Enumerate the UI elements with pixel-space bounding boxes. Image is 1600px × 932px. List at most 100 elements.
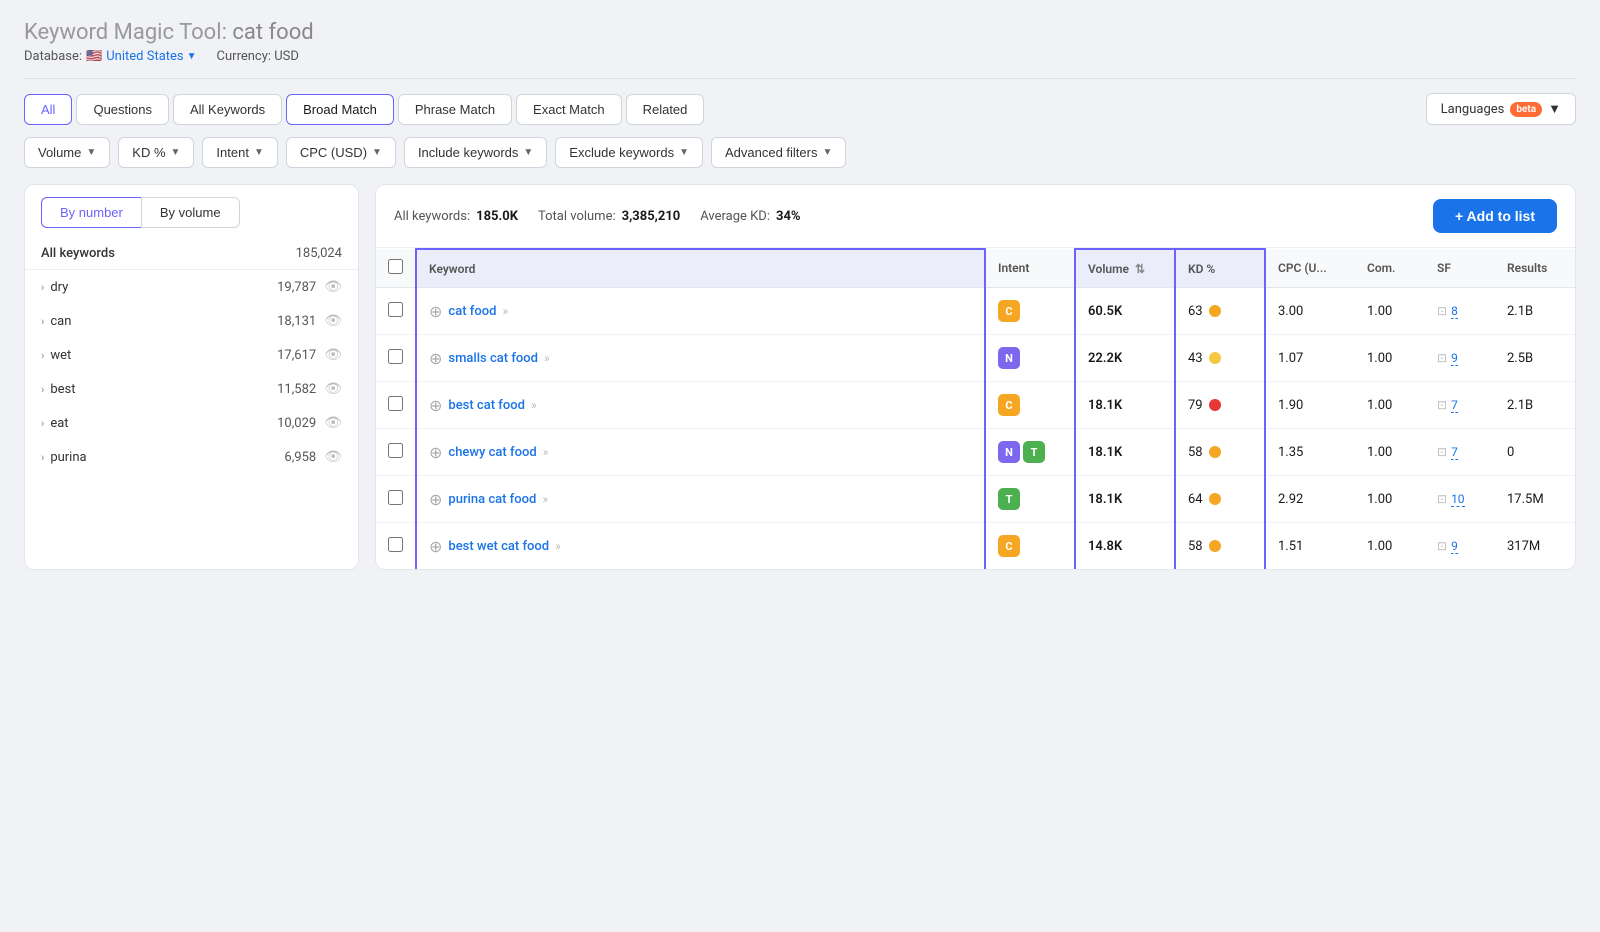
- keyword-link-1[interactable]: cat food: [448, 304, 496, 319]
- sidebar-item-best-eye-icon[interactable]: 👁: [324, 381, 342, 397]
- row-checkbox-3[interactable]: [388, 396, 403, 411]
- keyword-add-icon-5[interactable]: ⊕: [429, 490, 442, 509]
- row-checkbox-6[interactable]: [388, 537, 403, 552]
- avg-kd-label: Average KD:: [700, 209, 770, 224]
- filter-advanced[interactable]: Advanced filters ▼: [711, 137, 846, 168]
- sidebar-item-wet[interactable]: › wet 17,617 👁: [25, 338, 358, 372]
- sidebar-item-best[interactable]: › best 11,582 👁: [25, 372, 358, 406]
- th-checkbox: [376, 249, 416, 288]
- filter-volume[interactable]: Volume ▼: [24, 137, 110, 168]
- keyword-add-icon-4[interactable]: ⊕: [429, 443, 442, 462]
- title-query: cat food: [232, 20, 313, 45]
- filter-include[interactable]: Include keywords ▼: [404, 137, 547, 168]
- sidebar-item-best-right: 11,582 👁: [277, 381, 342, 397]
- row-checkbox-4[interactable]: [388, 443, 403, 458]
- sidebar-item-purina-left: › purina: [41, 450, 87, 465]
- td-cpc-6: 1.51: [1265, 523, 1355, 570]
- total-volume-label: Total volume:: [538, 209, 616, 224]
- th-volume[interactable]: Volume ⇅: [1075, 249, 1175, 288]
- keyword-add-icon-6[interactable]: ⊕: [429, 537, 442, 556]
- tab-questions[interactable]: Questions: [76, 94, 169, 125]
- td-kd-5: 64: [1175, 476, 1265, 523]
- row-checkbox-2[interactable]: [388, 349, 403, 364]
- tab-broad-match[interactable]: Broad Match: [286, 94, 394, 125]
- keyword-expand-icon-6[interactable]: »: [555, 539, 561, 553]
- view-by-volume-button[interactable]: By volume: [141, 197, 240, 228]
- sidebar-item-best-count: 11,582: [277, 382, 316, 397]
- sf-count-5[interactable]: 10: [1451, 492, 1465, 507]
- keyword-expand-icon-1[interactable]: »: [502, 304, 508, 318]
- tab-phrase-match[interactable]: Phrase Match: [398, 94, 512, 125]
- filter-intent[interactable]: Intent ▼: [202, 137, 277, 168]
- sidebar-item-wet-eye-icon[interactable]: 👁: [324, 347, 342, 363]
- sidebar-item-eat-count: 10,029: [277, 416, 316, 431]
- keyword-expand-icon-2[interactable]: »: [544, 351, 550, 365]
- filter-kd[interactable]: KD % ▼: [118, 137, 194, 168]
- keyword-add-icon-2[interactable]: ⊕: [429, 349, 442, 368]
- sidebar-item-dry[interactable]: › dry 19,787 👁: [25, 270, 358, 304]
- sidebar-item-purina[interactable]: › purina 6,958 👁: [25, 440, 358, 474]
- filter-exclude[interactable]: Exclude keywords ▼: [555, 137, 703, 168]
- sidebar-item-can[interactable]: › can 18,131 👁: [25, 304, 358, 338]
- keyword-add-icon-3[interactable]: ⊕: [429, 396, 442, 415]
- keyword-link-4[interactable]: chewy cat food: [448, 445, 536, 460]
- sidebar-item-dry-left: › dry: [41, 280, 68, 295]
- keyword-link-3[interactable]: best cat food: [448, 398, 525, 413]
- view-by-number-button[interactable]: By number: [41, 197, 141, 228]
- sidebar-item-eat-eye-icon[interactable]: 👁: [324, 415, 342, 431]
- tab-all-keywords[interactable]: All Keywords: [173, 94, 282, 125]
- table-row: ⊕ best wet cat food » C: [376, 523, 1575, 570]
- td-com-4: 1.00: [1355, 429, 1425, 476]
- languages-chevron-icon: ▼: [1548, 101, 1561, 117]
- tab-exact-match[interactable]: Exact Match: [516, 94, 622, 125]
- intent-badge-t-5: T: [998, 488, 1020, 510]
- sf-count-6[interactable]: 9: [1451, 539, 1458, 554]
- sf-count-4[interactable]: 7: [1451, 445, 1458, 460]
- sidebar-item-dry-label: dry: [50, 280, 68, 295]
- filter-cpc[interactable]: CPC (USD) ▼: [286, 137, 396, 168]
- sidebar-item-dry-eye-icon[interactable]: 👁: [324, 279, 342, 295]
- keyword-expand-icon-5[interactable]: »: [542, 492, 548, 506]
- volume-value-3: 18.1K: [1088, 398, 1122, 413]
- main-content: By number By volume All keywords 185,024…: [24, 184, 1576, 570]
- filter-advanced-label: Advanced filters: [725, 145, 818, 160]
- keyword-add-icon-1[interactable]: ⊕: [429, 302, 442, 321]
- sidebar-item-can-eye-icon[interactable]: 👁: [324, 313, 342, 329]
- select-all-checkbox[interactable]: [388, 259, 403, 274]
- kd-value-5: 64: [1188, 492, 1203, 507]
- sf-count-1[interactable]: 8: [1451, 304, 1458, 319]
- sidebar-item-best-chevron-icon: ›: [41, 383, 44, 396]
- td-com-5: 1.00: [1355, 476, 1425, 523]
- keyword-link-5[interactable]: purina cat food: [448, 492, 536, 507]
- add-to-list-button[interactable]: + Add to list: [1433, 199, 1557, 233]
- sf-count-2[interactable]: 9: [1451, 351, 1458, 366]
- td-intent-5: T: [985, 476, 1075, 523]
- sidebar-item-dry-right: 19,787 👁: [277, 279, 342, 295]
- sidebar-item-eat-left: › eat: [41, 416, 69, 431]
- sf-count-3[interactable]: 7: [1451, 398, 1458, 413]
- sidebar-item-purina-eye-icon[interactable]: 👁: [324, 449, 342, 465]
- sidebar-item-eat[interactable]: › eat 10,029 👁: [25, 406, 358, 440]
- tab-all[interactable]: All: [24, 94, 72, 125]
- td-results-2: 2.5B: [1495, 335, 1575, 382]
- tab-related[interactable]: Related: [626, 94, 705, 125]
- keyword-link-2[interactable]: smalls cat food: [448, 351, 538, 366]
- sidebar-item-can-chevron-icon: ›: [41, 315, 44, 328]
- sidebar-item-purina-right: 6,958 👁: [284, 449, 342, 465]
- keyword-expand-icon-3[interactable]: »: [531, 398, 537, 412]
- avg-kd-value: 34%: [776, 209, 801, 224]
- languages-label: Languages: [1441, 102, 1505, 117]
- td-checkbox-4: [376, 429, 416, 476]
- row-checkbox-5[interactable]: [388, 490, 403, 505]
- keyword-expand-icon-4[interactable]: »: [543, 445, 549, 459]
- kd-dot-1: [1209, 305, 1221, 317]
- td-keyword-3: ⊕ best cat food »: [416, 382, 985, 429]
- sidebar-list: All keywords 185,024 › dry 19,787 👁: [25, 228, 358, 484]
- country-link[interactable]: United States ▼: [106, 49, 196, 64]
- keyword-link-6[interactable]: best wet cat food: [448, 539, 549, 554]
- row-checkbox-1[interactable]: [388, 302, 403, 317]
- kd-value-3: 79: [1188, 398, 1203, 413]
- td-volume-1: 60.5K: [1075, 288, 1175, 335]
- td-cpc-3: 1.90: [1265, 382, 1355, 429]
- tab-languages[interactable]: Languages beta ▼: [1426, 93, 1576, 125]
